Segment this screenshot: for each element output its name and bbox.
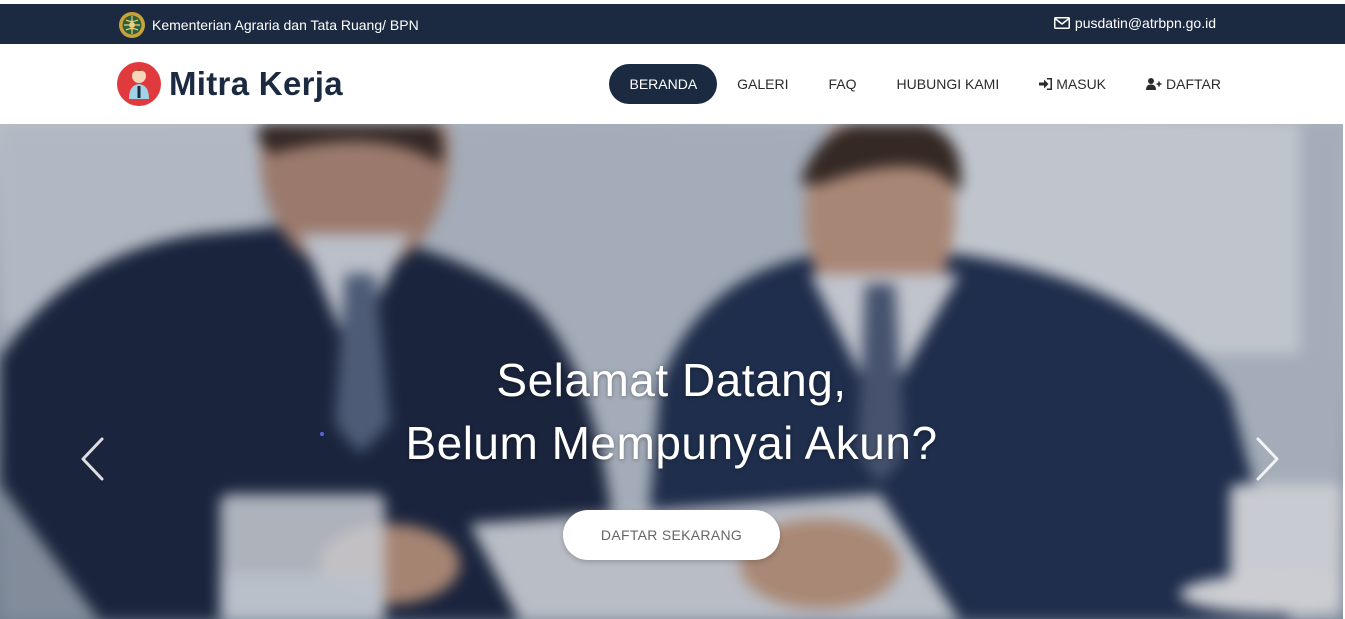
nav-hubungi-kami-label: HUBUNGI KAMI	[896, 76, 1000, 92]
daftar-sekarang-label: DAFTAR SEKARANG	[600, 527, 743, 543]
nav-hubungi-kami[interactable]: HUBUNGI KAMI	[877, 64, 1020, 104]
nav-masuk[interactable]: MASUK	[1019, 64, 1126, 104]
nav-beranda[interactable]: BERANDA	[609, 64, 718, 104]
nav-menu: BERANDA GALERI FAQ HUBUNGI KAMI MASUK DA…	[609, 64, 1241, 104]
nav-daftar-label: DAFTAR	[1166, 76, 1221, 92]
nav-faq-label: FAQ	[828, 76, 857, 92]
brand-name: Mitra Kerja	[169, 65, 343, 102]
chevron-right-icon[interactable]	[1252, 436, 1282, 482]
email-text: pusdatin@atrbpn.go.id	[1074, 15, 1216, 31]
nav-masuk-label: MASUK	[1056, 76, 1107, 92]
mitra-kerja-logo-icon	[117, 62, 161, 106]
sign-in-icon	[1039, 78, 1053, 90]
nav-galeri-label: GALERI	[737, 76, 789, 92]
nav-beranda-label: BERANDA	[629, 76, 698, 92]
hero-title-line1: Selamat Datang,	[496, 354, 847, 406]
nav-daftar[interactable]: DAFTAR	[1126, 64, 1241, 104]
chevron-left-icon[interactable]	[78, 436, 108, 482]
user-plus-icon	[1146, 78, 1162, 90]
nav-faq[interactable]: FAQ	[809, 64, 877, 104]
daftar-sekarang-button[interactable]: DAFTAR SEKARANG	[563, 510, 780, 560]
org-info: Kementerian Agraria dan Tata Ruang/ BPN	[118, 11, 419, 39]
top-bar: Kementerian Agraria dan Tata Ruang/ BPN …	[0, 4, 1345, 44]
nav-galeri[interactable]: GALERI	[717, 64, 808, 104]
bpn-emblem-icon	[119, 12, 145, 38]
hero-carousel: Selamat Datang, Belum Mempunyai Akun? DA…	[0, 124, 1343, 619]
hero-title-line2: Belum Mempunyai Akun?	[405, 417, 938, 469]
page: Kementerian Agraria dan Tata Ruang/ BPN …	[0, 0, 1345, 619]
org-name: Kementerian Agraria dan Tata Ruang/ BPN	[152, 17, 419, 33]
main-navbar: Mitra Kerja BERANDA GALERI FAQ HUBUNGI K…	[0, 44, 1345, 124]
brand[interactable]: Mitra Kerja	[116, 61, 343, 107]
contact-email[interactable]: pusdatin@atrbpn.go.id	[1053, 15, 1216, 31]
envelope-icon	[1053, 17, 1070, 29]
